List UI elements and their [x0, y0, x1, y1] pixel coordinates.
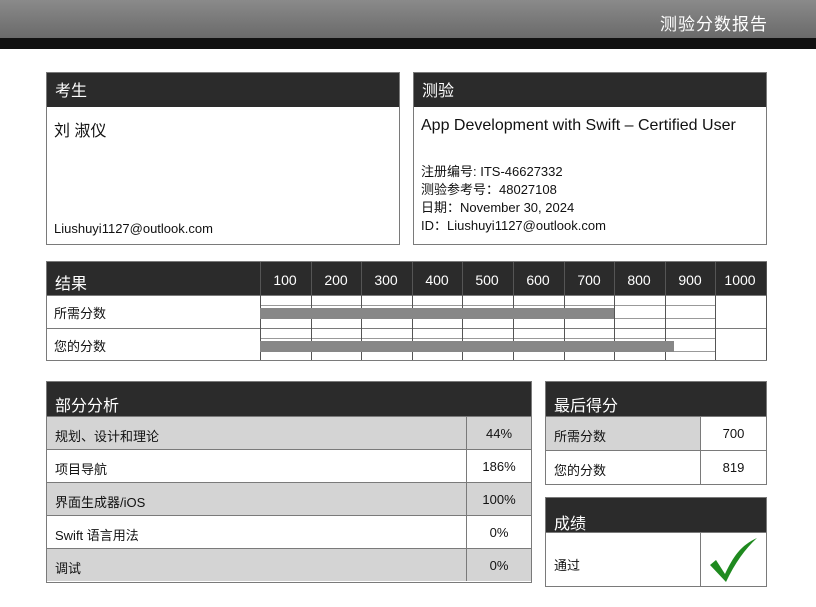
tick-label: 100	[273, 272, 297, 288]
section-percent: 100%	[466, 483, 531, 515]
candidate-panel: 考生 刘 淑仪 Liushuyi1127@outlook.com	[46, 72, 400, 245]
section-row: 界面生成器/iOS 100%	[47, 482, 531, 515]
grid-line	[766, 262, 767, 360]
section-percent: 0%	[466, 516, 531, 548]
check-icon	[710, 538, 757, 582]
section-percent: 0%	[466, 549, 531, 581]
section-row: 项目导航 186%	[47, 449, 531, 482]
grade-result: 通过	[554, 558, 581, 573]
grade-row: 通过	[546, 532, 766, 587]
section-row: Swift 语言用法 0%	[47, 515, 531, 548]
results-heading: 结果	[55, 276, 88, 293]
exam-panel: 测验 App Development with Swift – Certifie…	[413, 72, 767, 245]
section-analysis-panel: 部分分析 规划、设计和理论 44% 项目导航 186% 界面生成器/iOS 10…	[46, 381, 532, 583]
grade-panel: 成绩 通过	[545, 497, 767, 587]
section-percent: 186%	[466, 450, 531, 482]
section-row: 规划、设计和理论 44%	[47, 416, 531, 449]
section-label: Swift 语言用法	[55, 528, 139, 543]
report-title: 测验分数报告	[660, 15, 768, 34]
tick-label: 300	[374, 272, 398, 288]
section-row: 调试 0%	[47, 548, 531, 581]
section-label: 调试	[55, 561, 82, 576]
required-score-label: 所需分数	[54, 306, 107, 321]
exam-heading: 测验	[414, 73, 766, 107]
exam-name: App Development with Swift – Certified U…	[421, 117, 736, 134]
report-top-bar: 测验分数报告	[0, 0, 816, 38]
candidate-email: Liushuyi1127@outlook.com	[54, 221, 213, 236]
final-your-value: 819	[700, 451, 766, 484]
section-analysis-heading: 部分分析	[47, 382, 531, 416]
your-score-label: 您的分数	[54, 339, 107, 354]
final-score-heading: 最后得分	[546, 382, 766, 416]
exam-meta: 注册编号: ITS-46627332 测验参考号：48027108 日期：Nov…	[421, 163, 606, 235]
final-your-row: 您的分数 819	[546, 450, 766, 484]
tick-label: 500	[475, 272, 499, 288]
your-score-bar	[260, 341, 674, 352]
final-required-value: 700	[700, 417, 766, 450]
tick-label: 900	[678, 272, 702, 288]
final-your-label: 您的分数	[554, 463, 607, 478]
results-divider	[47, 295, 766, 296]
tick-label: 700	[577, 272, 601, 288]
tick-label: 400	[425, 272, 449, 288]
required-score-bar	[260, 308, 614, 319]
row-subdivider	[260, 338, 715, 339]
row-subdivider	[260, 305, 715, 306]
results-chart: 结果 所需分数 您的分数 100 200 300 400 500 600 700 800 900…	[46, 261, 767, 361]
final-required-row: 所需分数 700	[546, 416, 766, 450]
section-percent: 44%	[466, 417, 531, 449]
grade-heading: 成绩	[546, 498, 766, 533]
exam-reference-number: 测验参考号：48027108	[421, 182, 557, 197]
section-label: 规划、设计和理论	[55, 429, 160, 444]
final-score-panel: 最后得分 所需分数 700 您的分数 819	[545, 381, 767, 485]
exam-date: 日期：November 30, 2024	[421, 200, 575, 215]
tick-label: 200	[324, 272, 348, 288]
registration-number: 注册编号: ITS-46627332	[421, 164, 563, 179]
candidate-id: ID：Liushuyi1127@outlook.com	[421, 218, 606, 233]
grade-check-cell	[700, 533, 766, 587]
results-divider	[47, 328, 766, 329]
candidate-heading: 考生	[47, 73, 399, 107]
section-label: 项目导航	[55, 462, 108, 477]
tick-label: 1000	[724, 272, 756, 288]
section-label: 界面生成器/iOS	[55, 495, 146, 510]
tick-label: 800	[627, 272, 651, 288]
candidate-name: 刘 淑仪	[54, 123, 107, 140]
tick-label: 600	[526, 272, 550, 288]
header-divider	[0, 38, 816, 49]
final-required-label: 所需分数	[546, 417, 700, 450]
